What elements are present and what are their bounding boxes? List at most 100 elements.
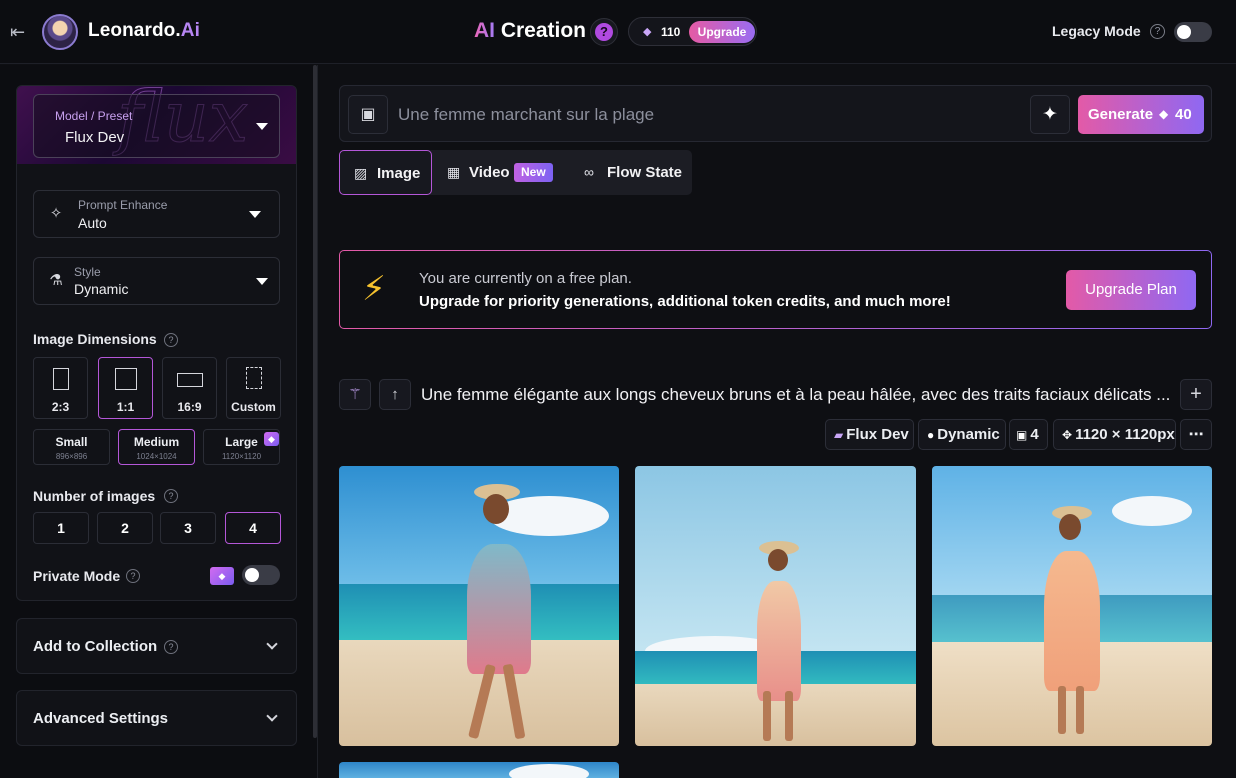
tab-flow-state[interactable]: ∞ Flow State bbox=[571, 150, 689, 195]
improve-prompt-button[interactable]: ✦ bbox=[1030, 95, 1070, 134]
upgrade-pitch-text: Upgrade for priority generations, additi… bbox=[419, 293, 951, 310]
model-preset-value: Flux Dev bbox=[65, 129, 125, 146]
drop-icon: ● bbox=[927, 428, 935, 442]
generated-image-4[interactable] bbox=[339, 762, 619, 778]
model-preset-select[interactable]: Model / Preset Flux Dev bbox=[33, 94, 280, 158]
arrow-up-icon: ↑ bbox=[391, 386, 399, 403]
private-mode-toggle[interactable] bbox=[242, 565, 280, 585]
ratio-1-1[interactable]: 1:1 bbox=[98, 357, 153, 419]
legacy-help-icon[interactable]: ? bbox=[1150, 24, 1165, 39]
add-to-collection-title: Add to Collection bbox=[33, 638, 158, 655]
magic-wand-button[interactable]: ⚚ bbox=[339, 379, 371, 410]
lightning-icon: ⚡ bbox=[362, 270, 386, 308]
add-button[interactable]: + bbox=[1180, 379, 1212, 410]
plus-icon: + bbox=[1190, 383, 1202, 405]
token-icon: ◆ bbox=[643, 26, 652, 38]
reuse-prompt-button[interactable]: ↑ bbox=[379, 379, 411, 410]
size-large[interactable]: Large 1120×1120 ◆ bbox=[203, 429, 280, 465]
size-medium[interactable]: Medium 1024×1024 bbox=[118, 429, 195, 465]
portrait-ratio-icon bbox=[53, 368, 69, 390]
sidebar-scrollbar[interactable] bbox=[313, 65, 317, 738]
page-title: AI Creation bbox=[474, 19, 587, 42]
ratio-16-9[interactable]: 16:9 bbox=[162, 357, 217, 419]
prompt-enhance-label: Prompt Enhance bbox=[78, 198, 168, 212]
prompt-enhance-value: Auto bbox=[78, 215, 107, 231]
private-mode-help-icon[interactable]: ? bbox=[126, 569, 140, 583]
new-badge: New bbox=[514, 163, 553, 182]
private-mode-label: Private Mode bbox=[33, 568, 121, 584]
upgrade-button[interactable]: Upgrade bbox=[689, 21, 755, 43]
model-preset-label: Model / Preset bbox=[55, 109, 133, 123]
generate-cost: 40 bbox=[1175, 106, 1192, 123]
image-count-3[interactable]: 3 bbox=[160, 512, 216, 544]
ratio-2-3[interactable]: 2:3 bbox=[33, 357, 88, 419]
tab-image[interactable]: ▨ Image bbox=[339, 150, 432, 195]
flux-model-icon: ▰ bbox=[834, 428, 844, 442]
settings-sidebar: flux Model / Preset Flux Dev ✧ Prompt En… bbox=[0, 65, 318, 778]
tag-dimensions[interactable]: ✥ 1120 × 1120px bbox=[1053, 419, 1176, 450]
video-icon: ▦ bbox=[447, 164, 461, 180]
tag-style[interactable]: ● Dynamic bbox=[918, 419, 1006, 450]
style-select[interactable]: ⚗ Style Dynamic bbox=[33, 257, 280, 305]
top-header: ⇤ Leonardo.Ai AI Creation ? ◆ 110 Upgrad… bbox=[0, 0, 1236, 64]
collapse-sidebar-icon[interactable]: ⇤ bbox=[10, 21, 34, 43]
image-dimensions-title: Image Dimensions bbox=[33, 331, 157, 347]
infinity-icon: ∞ bbox=[584, 164, 594, 180]
advanced-settings-section[interactable]: Advanced Settings bbox=[16, 690, 297, 746]
generated-image-2[interactable] bbox=[635, 466, 916, 746]
image-count-4[interactable]: 4 bbox=[225, 512, 281, 544]
generated-image-3[interactable] bbox=[932, 466, 1212, 746]
tab-video[interactable]: ▦ Video New bbox=[435, 150, 565, 195]
caret-down-icon bbox=[256, 278, 268, 285]
more-options-button[interactable]: ⋯ bbox=[1180, 419, 1212, 450]
avatar[interactable] bbox=[42, 14, 78, 50]
model-banner: flux Model / Preset Flux Dev bbox=[17, 86, 296, 164]
dimensions-help-icon[interactable]: ? bbox=[164, 333, 178, 347]
question-icon: ? bbox=[595, 23, 613, 41]
move-icon: ✥ bbox=[1062, 428, 1073, 442]
image-upload-icon: ▣ bbox=[360, 106, 376, 123]
prompt-enhance-select[interactable]: ✧ Prompt Enhance Auto bbox=[33, 190, 280, 238]
custom-ratio-icon bbox=[246, 367, 262, 389]
caret-down-icon bbox=[249, 211, 261, 218]
legacy-mode-toggle[interactable] bbox=[1174, 22, 1212, 42]
ratio-custom[interactable]: Custom bbox=[226, 357, 281, 419]
image-icon: ▨ bbox=[354, 165, 368, 181]
help-button[interactable]: ? bbox=[590, 18, 618, 46]
advanced-settings-title: Advanced Settings bbox=[33, 710, 169, 727]
tag-count[interactable]: ▣ 4 bbox=[1009, 419, 1048, 450]
prompt-bar: ▣ Une femme marchant sur la plage ✦ Gene… bbox=[339, 85, 1212, 142]
caret-down-icon bbox=[256, 123, 268, 130]
generation-prompt: Une femme élégante aux longs cheveux bru… bbox=[421, 385, 1171, 404]
generate-button[interactable]: Generate ◆ 40 bbox=[1078, 95, 1204, 134]
style-label: Style bbox=[74, 265, 101, 279]
number-of-images-title: Number of images bbox=[33, 488, 156, 504]
size-small[interactable]: Small 896×896 bbox=[33, 429, 110, 465]
brand-logo[interactable]: Leonardo.Ai bbox=[88, 20, 200, 42]
collection-help-icon[interactable]: ? bbox=[164, 640, 178, 654]
premium-gem-icon: ◆ bbox=[210, 567, 234, 585]
image-count-1[interactable]: 1 bbox=[33, 512, 89, 544]
add-to-collection-section[interactable]: Add to Collection ? bbox=[16, 618, 297, 674]
magic-wand-icon: ⚚ bbox=[348, 386, 362, 403]
upgrade-plan-button[interactable]: Upgrade Plan bbox=[1066, 270, 1196, 310]
image-count-2[interactable]: 2 bbox=[97, 512, 153, 544]
prompt-input[interactable]: Une femme marchant sur la plage bbox=[398, 105, 654, 125]
landscape-ratio-icon bbox=[177, 373, 203, 387]
legacy-mode-label: Legacy Mode bbox=[1052, 23, 1141, 39]
flask-icon: ⚗ bbox=[49, 272, 63, 289]
tag-model[interactable]: ▰ Flux Dev bbox=[825, 419, 914, 450]
generated-image-1[interactable] bbox=[339, 466, 619, 746]
generation-settings-panel: flux Model / Preset Flux Dev ✧ Prompt En… bbox=[16, 85, 297, 601]
ellipsis-icon: ⋯ bbox=[1188, 426, 1204, 443]
mode-tabs: ▨ Image ▦ Video New ∞ Flow State bbox=[339, 150, 692, 195]
premium-gem-icon: ◆ bbox=[264, 432, 279, 446]
number-help-icon[interactable]: ? bbox=[164, 489, 178, 503]
style-value: Dynamic bbox=[74, 281, 129, 297]
free-plan-banner: ⚡ You are currently on a free plan. Upgr… bbox=[339, 250, 1212, 329]
square-ratio-icon bbox=[115, 368, 137, 390]
token-balance: ◆ 110 Upgrade bbox=[628, 17, 757, 46]
image-prompt-button[interactable]: ▣ bbox=[348, 95, 388, 134]
token-count: 110 bbox=[661, 25, 681, 39]
token-icon: ◆ bbox=[1159, 107, 1169, 121]
